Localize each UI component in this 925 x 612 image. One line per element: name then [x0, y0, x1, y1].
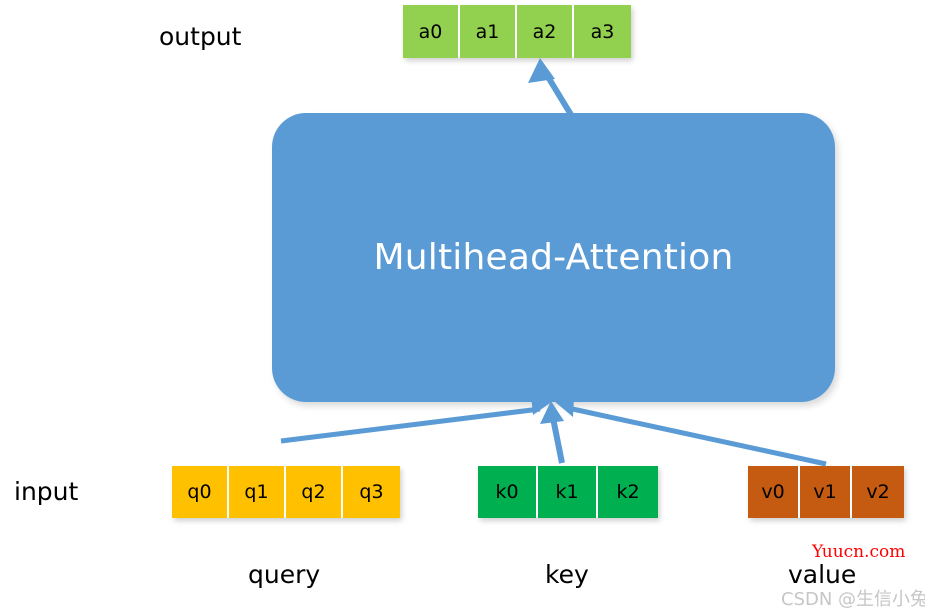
query-token: q0 [172, 466, 229, 518]
query-token: q2 [286, 466, 343, 518]
key-token: k2 [598, 466, 658, 518]
value-token: v1 [800, 466, 852, 518]
key-row-label: key [545, 560, 589, 589]
key-token-row: k0 k1 k2 [478, 466, 658, 518]
value-token: v2 [852, 466, 904, 518]
value-token: v0 [748, 466, 800, 518]
query-token: q1 [229, 466, 286, 518]
output-token-row: a0 a1 a2 a3 [403, 5, 631, 58]
multihead-attention-block: Multihead-Attention [272, 113, 835, 402]
key-token: k0 [478, 466, 538, 518]
key-to-attention-arrow [540, 401, 565, 464]
value-to-attention-arrow [554, 398, 827, 467]
output-token: a2 [517, 5, 574, 58]
key-token: k1 [538, 466, 598, 518]
output-token: a1 [460, 5, 517, 58]
diagram-canvas: a0 a1 a2 a3 Multihead-Attention q0 q1 q2… [0, 0, 925, 612]
output-token: a3 [574, 5, 631, 58]
query-token: q3 [343, 466, 400, 518]
attention-to-output-arrow [528, 58, 576, 120]
site-watermark: Yuucn.com [812, 542, 906, 562]
query-token-row: q0 q1 q2 q3 [172, 466, 400, 518]
value-token-row: v0 v1 v2 [748, 466, 904, 518]
attention-block-label: Multihead-Attention [373, 237, 734, 278]
author-watermark: CSDN @生信小兔 [781, 589, 925, 610]
input-row-label: input [14, 477, 79, 506]
query-to-attention-arrow [280, 396, 553, 444]
query-row-label: query [248, 560, 321, 589]
output-row-label: output [159, 22, 242, 51]
output-token: a0 [403, 5, 460, 58]
